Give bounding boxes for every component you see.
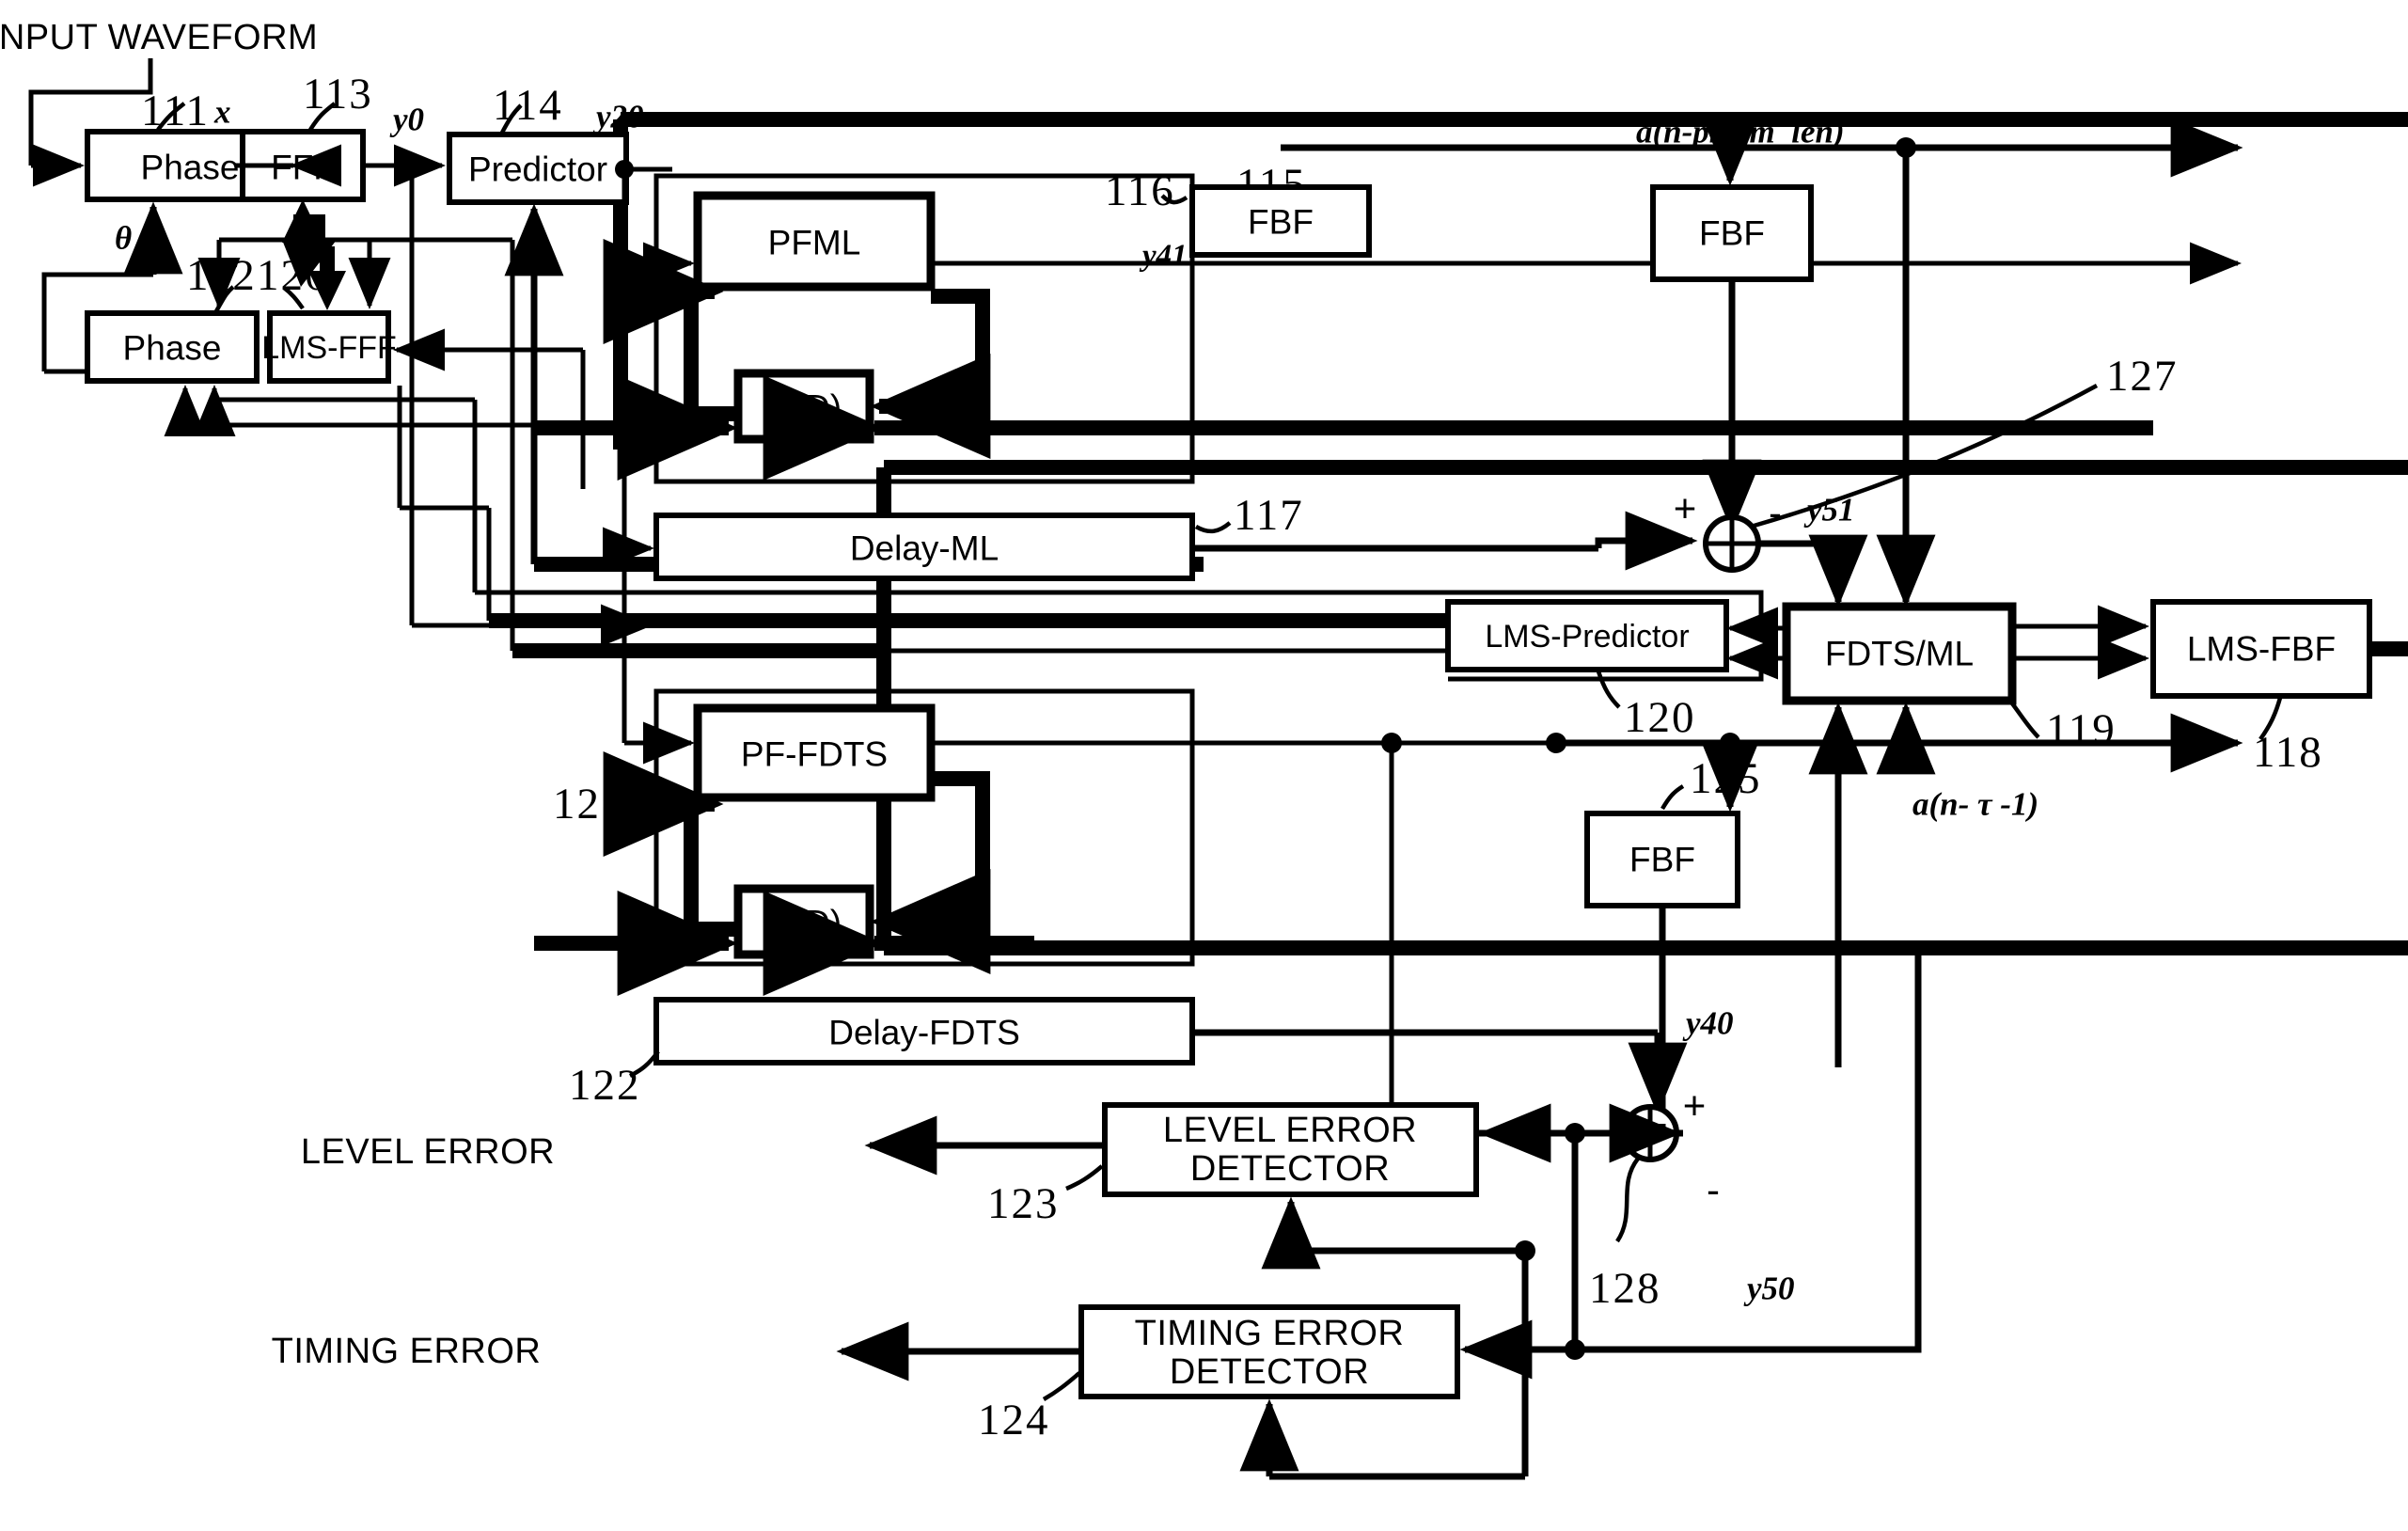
block-pfml-label: PFML bbox=[768, 224, 861, 262]
block-fbf-116-label: FBF bbox=[1248, 203, 1314, 242]
leader-123 bbox=[1065, 1164, 1104, 1192]
block-timing-error-detector-line2: DETECTOR bbox=[1170, 1352, 1369, 1392]
adder128-minus: - bbox=[1707, 1168, 1720, 1212]
refnum-114: 114 bbox=[493, 81, 563, 130]
refnum-116: 116 bbox=[1105, 166, 1175, 215]
block-pf-fdts-label: PF-FDTS bbox=[741, 735, 888, 774]
refnum-119: 119 bbox=[2046, 705, 2117, 754]
signal-theta: θ bbox=[115, 220, 132, 257]
pfml-fb-down bbox=[931, 289, 990, 406]
block-lms-predictor-120-label: LMS-Predictor bbox=[1485, 619, 1689, 655]
adder127-out bbox=[1758, 534, 1868, 608]
adder127-minus: - bbox=[1769, 491, 1782, 535]
refnum-121: 121 bbox=[553, 780, 625, 829]
block-predictor-114-label: Predictor bbox=[468, 150, 607, 189]
signal-y50: y50 bbox=[1743, 1271, 1795, 1307]
refnum-120: 120 bbox=[1624, 693, 1696, 742]
refnum-113: 113 bbox=[303, 70, 373, 118]
block-delay-fdts-122-label: Delay-FDTS bbox=[828, 1014, 1020, 1052]
leader-119 bbox=[2010, 702, 2040, 739]
block-lms-fff-126-label: LMS-FFF bbox=[261, 330, 397, 366]
signal-y40: y40 bbox=[1682, 1005, 1734, 1042]
input-waveform-label: INPUT WAVEFORM bbox=[0, 18, 318, 57]
signal-y41: y41 bbox=[1139, 239, 1188, 273]
block-level-error-detector-line1: LEVEL ERROR bbox=[1163, 1111, 1417, 1150]
adder127-plus: + bbox=[1674, 486, 1697, 530]
delayml-to-adder bbox=[1595, 511, 1698, 571]
leader-127 bbox=[1750, 384, 2099, 529]
refnum-122: 122 bbox=[569, 1061, 641, 1110]
refnum-118: 118 bbox=[2253, 728, 2323, 777]
refnum-124: 124 bbox=[978, 1396, 1050, 1444]
block-lms-fbf-118-label: LMS-FBF bbox=[2187, 630, 2336, 669]
block-fbf-116b-label: FBF bbox=[1699, 214, 1765, 253]
refnum-117: 117 bbox=[1234, 491, 1304, 540]
leader-125 bbox=[1660, 784, 1685, 811]
refnum-123: 123 bbox=[987, 1179, 1060, 1228]
gdfdts-fb-up bbox=[684, 804, 738, 937]
block-level-error-detector-line2: DETECTOR bbox=[1190, 1149, 1390, 1189]
block-gd-ml-label: G(D) bbox=[766, 388, 842, 427]
signal-y20: y20 bbox=[592, 99, 644, 135]
gd-fb-up bbox=[684, 292, 738, 421]
block-fdts-ml-119-label: FDTS/ML bbox=[1825, 635, 1974, 673]
diagram-canvas: Phase 111 INPUT WAVEFORM θ x FFF 113 y0 … bbox=[0, 0, 2408, 1531]
adder128-plus: + bbox=[1683, 1083, 1707, 1128]
block-fbf-125-label: FBF bbox=[1629, 841, 1695, 879]
leader-121 bbox=[627, 802, 660, 821]
refnum-128: 128 bbox=[1589, 1264, 1661, 1313]
timing-error-label: TIMING ERROR bbox=[272, 1332, 542, 1371]
block-delay-ml-117-label: Delay-ML bbox=[850, 529, 999, 568]
leader-128 bbox=[1615, 1157, 1640, 1243]
block-phase-111-label: Phase bbox=[141, 149, 240, 187]
signal-x: x bbox=[213, 94, 231, 131]
block-gd-fdts-label: G(D) bbox=[766, 904, 842, 942]
pffdts-fb-down bbox=[931, 771, 990, 922]
level-error-label: LEVEL ERROR bbox=[301, 1132, 555, 1172]
refnum-127: 127 bbox=[2106, 352, 2179, 401]
leader-117 bbox=[1194, 521, 1232, 534]
block-timing-error-detector-line1: TIMING ERROR bbox=[1135, 1314, 1405, 1353]
block-phase-112-label: Phase bbox=[123, 329, 222, 368]
signal-a-tau: a(n- τ -1) bbox=[1912, 786, 2038, 823]
refnum-125: 125 bbox=[1690, 754, 1762, 803]
signal-y0: y0 bbox=[389, 102, 424, 138]
